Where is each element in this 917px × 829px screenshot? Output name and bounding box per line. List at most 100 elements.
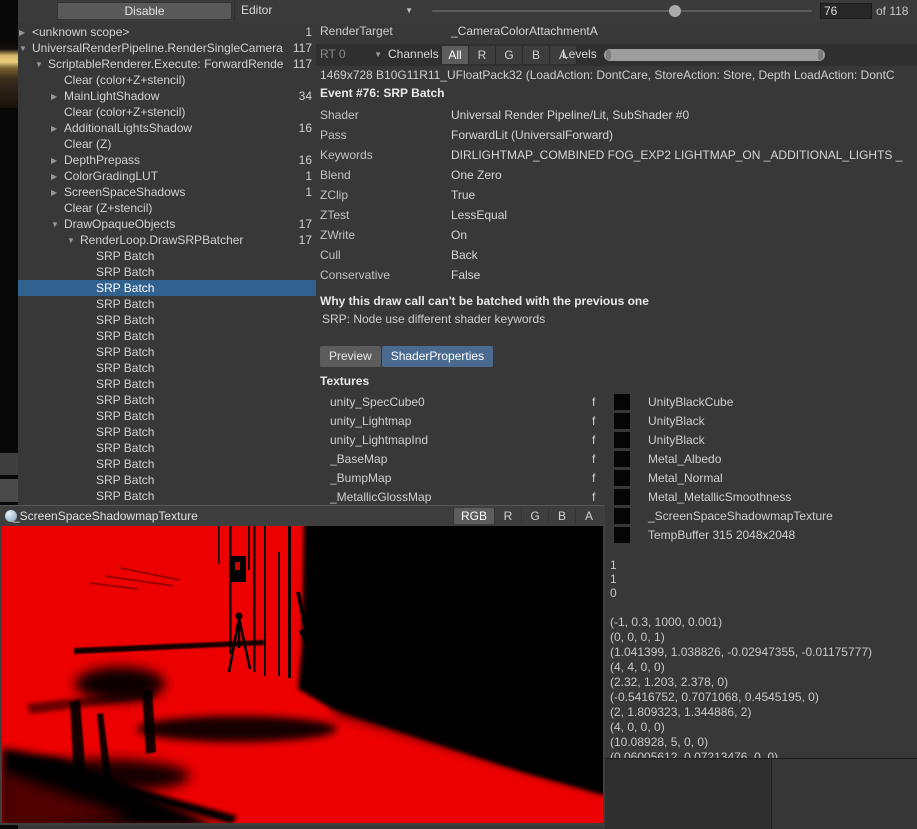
event-number-input[interactable] (820, 3, 872, 19)
texture-row[interactable]: _BaseMapfMetal_Albedo (316, 449, 917, 468)
preview-channel-button-rgb[interactable]: RGB (453, 508, 494, 524)
tree-row[interactable]: SRP Batch (18, 344, 316, 360)
expand-arrow-icon[interactable]: ▶ (50, 172, 64, 181)
tree-row[interactable]: SRP Batch (18, 392, 316, 408)
texture-thumbnail[interactable] (614, 470, 630, 486)
tree-row-label: SRP Batch (96, 281, 312, 295)
texture-name: Metal_Albedo (648, 452, 721, 466)
expand-arrow-icon[interactable]: ▶ (50, 92, 64, 101)
preview-channel-button-b[interactable]: B (548, 508, 575, 524)
texture-thumbnail[interactable] (614, 527, 630, 543)
tree-row[interactable]: SRP Batch (18, 280, 316, 296)
texture-name: Metal_Normal (648, 471, 723, 485)
tree-row[interactable]: Clear (Z+stencil) (18, 200, 316, 216)
texture-filter: f (592, 471, 614, 485)
event-slider-track[interactable] (432, 10, 812, 12)
preview-channel-button-g[interactable]: G (521, 508, 548, 524)
tree-row-count: 16 (299, 121, 316, 135)
disable-button[interactable]: Disable (57, 2, 232, 20)
property-row: CullBack (320, 245, 917, 265)
tree-row[interactable]: SRP Batch (18, 248, 316, 264)
tree-row[interactable]: ▶MainLightShadow34 (18, 88, 316, 104)
property-label: ZTest (320, 208, 451, 222)
channel-button-r[interactable]: R (468, 46, 495, 64)
tree-row[interactable]: Clear (Z) (18, 136, 316, 152)
levels-range-slider[interactable] (604, 49, 825, 61)
tree-row-label: SRP Batch (96, 489, 312, 503)
collapse-arrow-icon[interactable]: ▼ (50, 220, 64, 229)
tree-row[interactable]: ▼RenderLoop.DrawSRPBatcher17 (18, 232, 316, 248)
texture-row[interactable]: unity_SpecCube0fUnityBlackCube (316, 392, 917, 411)
texture-row[interactable]: _BumpMapfMetal_Normal (316, 468, 917, 487)
texture-thumbnail[interactable] (614, 451, 630, 467)
property-value: On (451, 228, 917, 242)
tab-preview[interactable]: Preview (320, 346, 381, 367)
preview-title-bar[interactable]: _ScreenSpaceShadowmapTexture RGBRGBA (0, 506, 605, 526)
tree-row[interactable]: Clear (color+Z+stencil) (18, 72, 316, 88)
tab-shaderproperties[interactable]: ShaderProperties (382, 346, 493, 367)
tree-row[interactable]: ▶<unknown scope>1 (18, 24, 316, 40)
expand-arrow-icon[interactable]: ▶ (18, 28, 32, 37)
collapse-arrow-icon[interactable]: ▼ (18, 44, 32, 53)
texture-thumbnail[interactable] (614, 413, 630, 429)
property-row: ConservativeFalse (320, 265, 917, 285)
preview-channel-button-a[interactable]: A (575, 508, 602, 524)
tree-row-label: ColorGradingLUT (64, 169, 305, 183)
texture-row[interactable]: unity_LightmapfUnityBlack (316, 411, 917, 430)
property-value: Universal Render Pipeline/Lit, SubShader… (451, 108, 917, 122)
channel-button-all[interactable]: All (441, 46, 468, 64)
expand-arrow-icon[interactable]: ▶ (50, 124, 64, 133)
batch-break-title: Why this draw call can't be batched with… (320, 294, 649, 308)
rt-index-dropdown[interactable]: RT 0 ▼ (320, 47, 382, 61)
tree-row[interactable]: ▶ColorGradingLUT1 (18, 168, 316, 184)
tree-row[interactable]: ▼UniversalRenderPipeline.RenderSingleCam… (18, 40, 316, 56)
tree-row[interactable]: SRP Batch (18, 360, 316, 376)
tree-row[interactable]: SRP Batch (18, 376, 316, 392)
texture-thumbnail[interactable] (614, 508, 630, 524)
tree-row[interactable]: SRP Batch (18, 456, 316, 472)
tree-row[interactable]: SRP Batch (18, 472, 316, 488)
tree-row-label: DepthPrepass (64, 153, 299, 167)
tree-row[interactable]: ▼DrawOpaqueObjects17 (18, 216, 316, 232)
collapse-arrow-icon[interactable]: ▼ (66, 236, 80, 245)
tree-row-count: 34 (299, 89, 316, 103)
tree-row[interactable]: ▶AdditionalLightsShadow16 (18, 120, 316, 136)
tree-row-label: SRP Batch (96, 409, 312, 423)
vector-value: (2.32, 1.203, 2.378, 0) (610, 675, 872, 690)
tree-row-label: Clear (Z+stencil) (64, 201, 312, 215)
tree-row[interactable]: SRP Batch (18, 488, 316, 504)
tree-row[interactable]: SRP Batch (18, 312, 316, 328)
channel-button-g[interactable]: G (495, 46, 522, 64)
texture-thumbnail[interactable] (614, 432, 630, 448)
texture-property: unity_LightmapInd (330, 433, 592, 447)
tree-row[interactable]: SRP Batch (18, 264, 316, 280)
tree-row[interactable]: ▶ScreenSpaceShadows1 (18, 184, 316, 200)
texture-row[interactable]: _MetallicGlossMapfMetal_MetallicSmoothne… (316, 487, 917, 506)
tree-row[interactable]: ▼ScriptableRenderer.Execute: ForwardRend… (18, 56, 316, 72)
texture-thumbnail[interactable] (614, 489, 630, 505)
tree-row[interactable]: SRP Batch (18, 328, 316, 344)
tree-row[interactable]: SRP Batch (18, 296, 316, 312)
vector-value: (-1, 0.3, 1000, 0.001) (610, 615, 872, 630)
tree-row[interactable]: SRP Batch (18, 440, 316, 456)
target-select-dropdown[interactable]: Editor ▼ (234, 0, 421, 21)
collapse-arrow-icon[interactable]: ▼ (34, 60, 48, 69)
property-label: Pass (320, 128, 451, 142)
tree-row[interactable]: SRP Batch (18, 408, 316, 424)
event-slider-thumb[interactable] (669, 5, 681, 17)
expand-arrow-icon[interactable]: ▶ (50, 188, 64, 197)
tree-row-label: SRP Batch (96, 313, 312, 327)
render-target-label: RenderTarget (320, 24, 451, 38)
texture-thumbnail[interactable] (614, 394, 630, 410)
tree-row[interactable]: SRP Batch (18, 424, 316, 440)
property-row: ZTestLessEqual (320, 205, 917, 225)
texture-filter: f (592, 433, 614, 447)
tree-row[interactable]: ▶DepthPrepass16 (18, 152, 316, 168)
vector-value: (1.041399, 1.038826, -0.02947355, -0.011… (610, 645, 872, 660)
expand-arrow-icon[interactable]: ▶ (50, 156, 64, 165)
channel-button-b[interactable]: B (522, 46, 549, 64)
preview-channel-button-r[interactable]: R (494, 508, 521, 524)
tree-row[interactable]: Clear (color+Z+stencil) (18, 104, 316, 120)
chevron-down-icon: ▼ (405, 6, 413, 15)
texture-row[interactable]: unity_LightmapIndfUnityBlack (316, 430, 917, 449)
